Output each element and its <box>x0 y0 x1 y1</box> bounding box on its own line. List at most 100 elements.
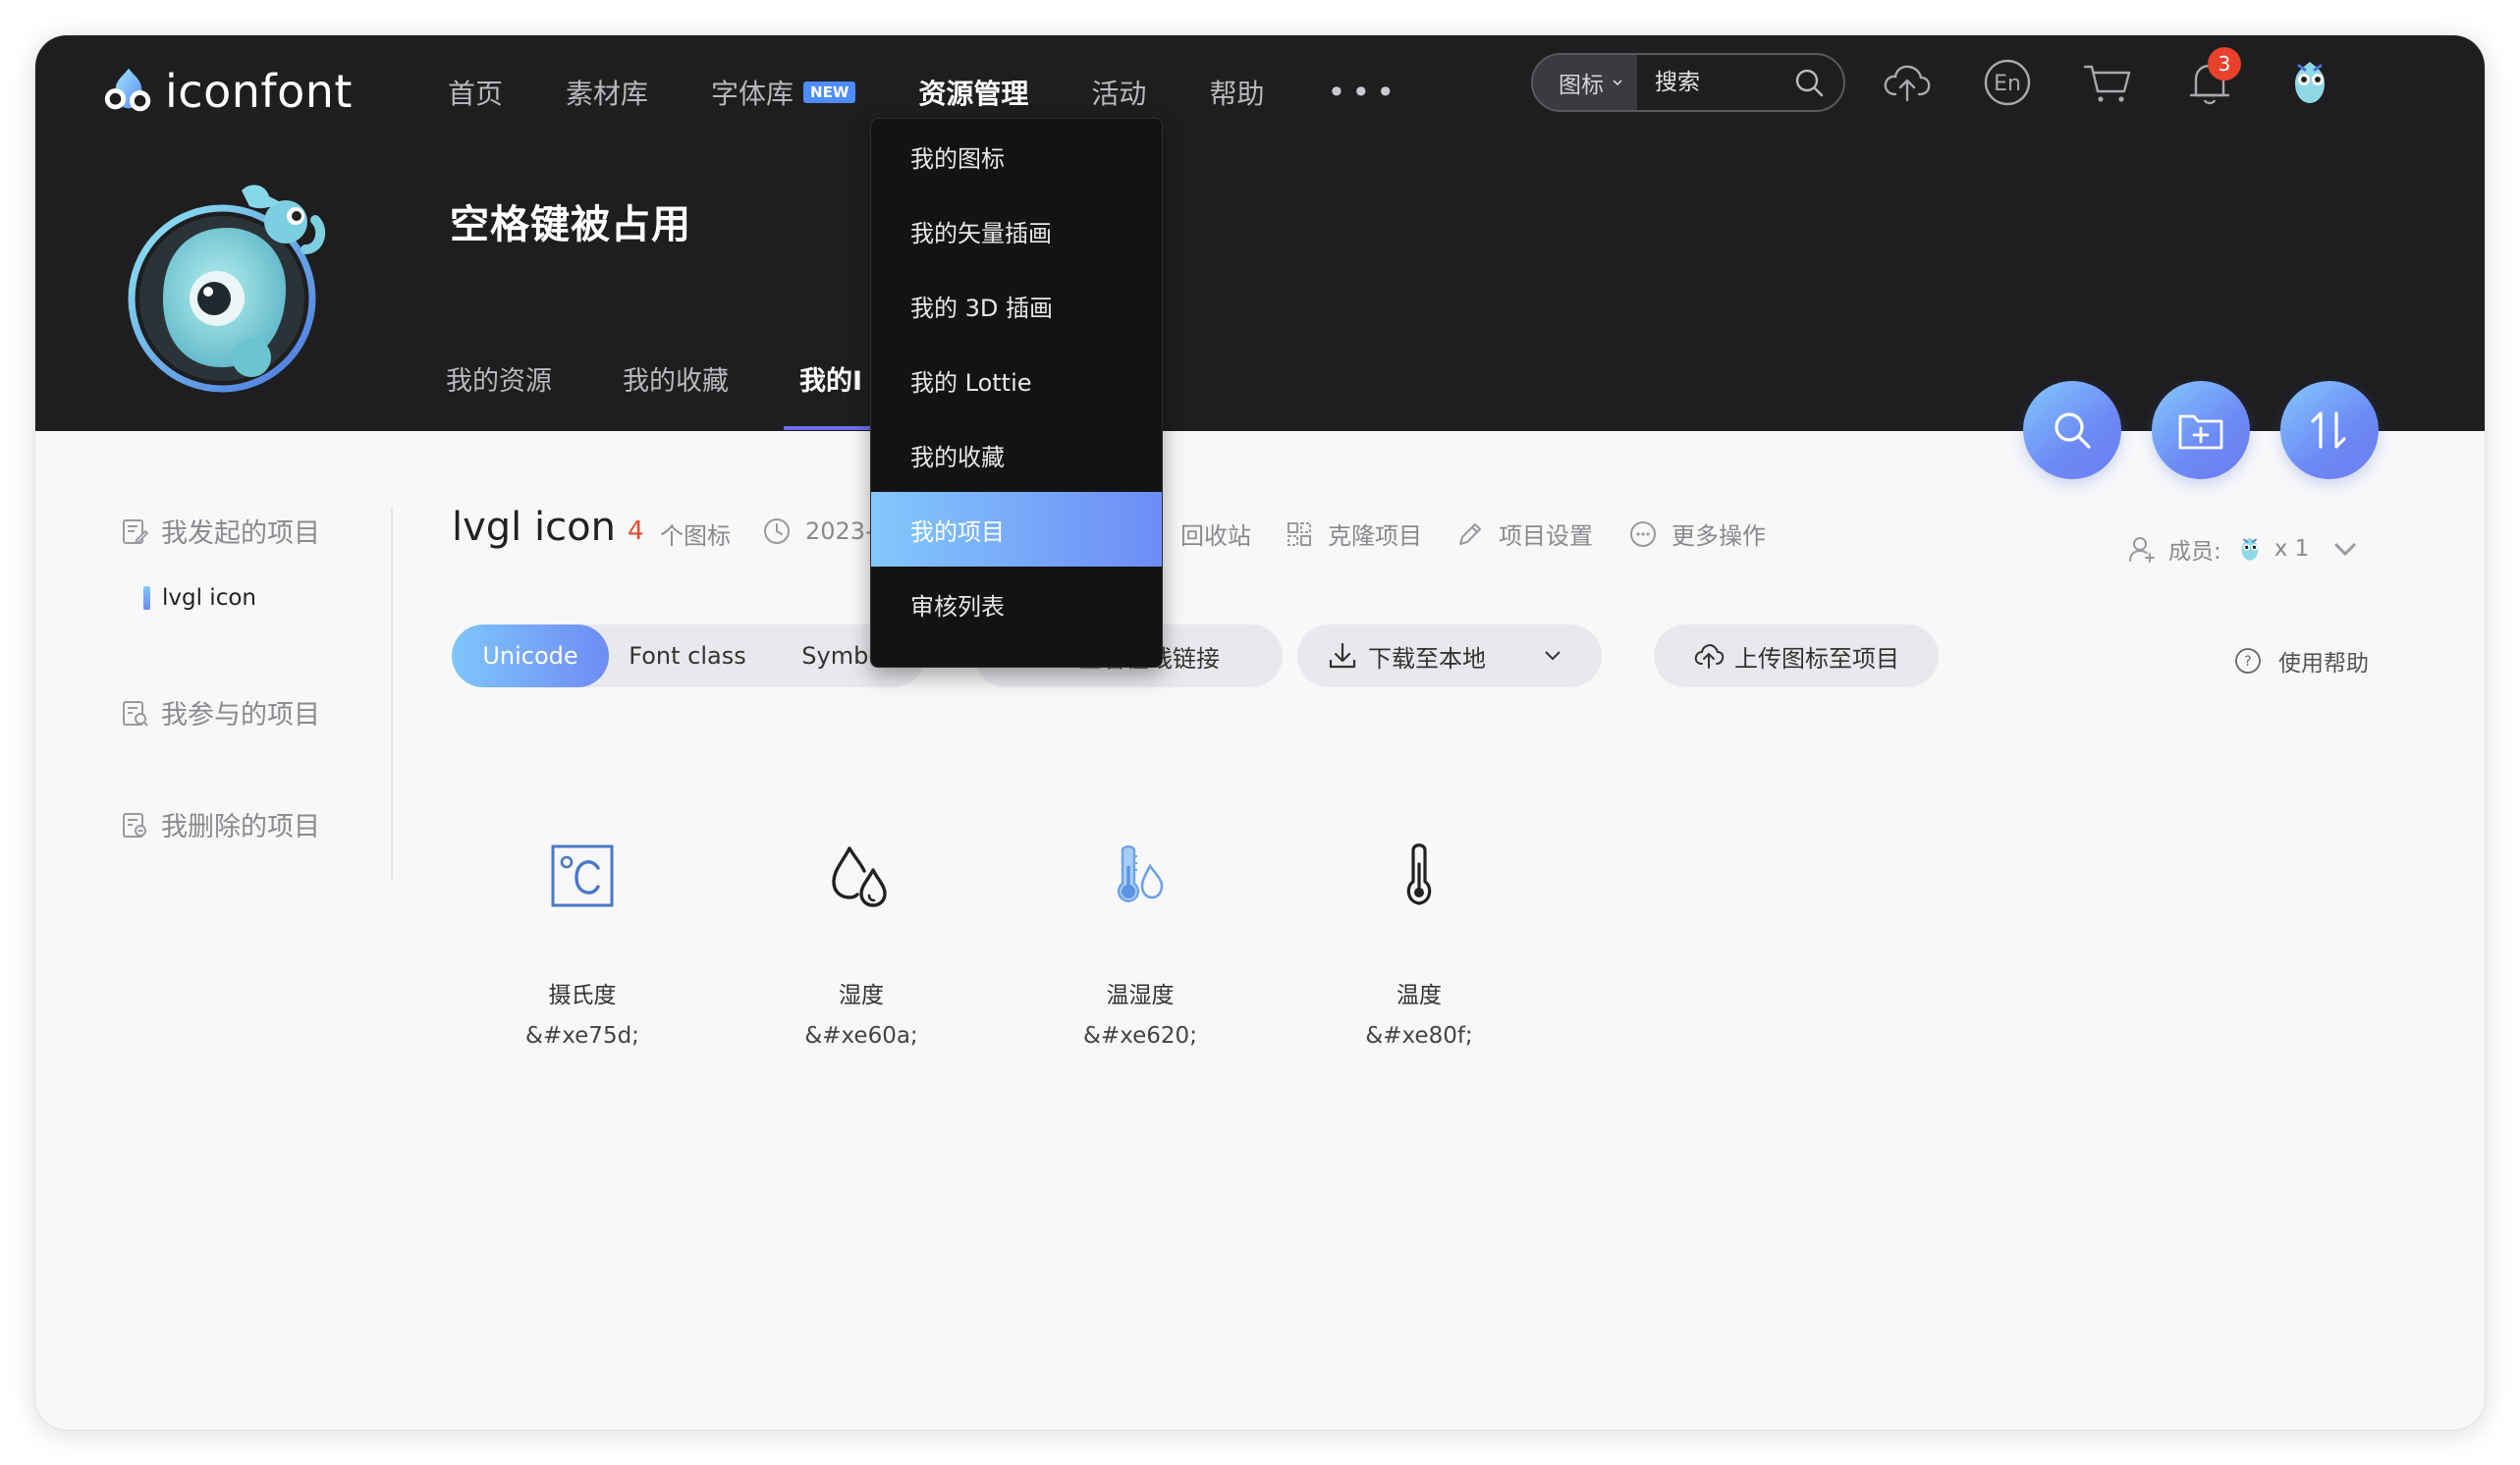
icon-name: 温度 <box>1397 983 1442 1008</box>
menu-item-my-favorites[interactable]: 我的收藏 <box>871 417 1162 492</box>
sidebar-section-label: 我发起的项目 <box>161 518 320 549</box>
mode-font-class[interactable]: Font class <box>609 624 766 687</box>
members-label: 成员: <box>2168 539 2221 565</box>
sidebar-deleted-projects[interactable]: 我删除的项目 <box>120 805 320 843</box>
search-box: 图标 <box>1531 53 1845 112</box>
more-actions[interactable]: 更多操作 <box>1628 516 1766 551</box>
brand-name: iconfont <box>165 65 353 118</box>
clone-project-action[interactable]: 克隆项目 <box>1285 516 1422 551</box>
chevron-down-icon <box>1545 651 1561 661</box>
search-icon <box>2054 412 2091 449</box>
user-avatar[interactable] <box>2282 55 2337 110</box>
search-project-button[interactable] <box>2023 381 2121 479</box>
mode-unicode[interactable]: Unicode <box>452 624 609 687</box>
bell-icon[interactable]: 3 <box>2182 47 2241 110</box>
upload-cloud-icon <box>1694 643 1725 669</box>
sidebar-divider <box>391 507 393 880</box>
nav-label: 资源管理 <box>918 78 1029 110</box>
sidebar-initiated-projects[interactable]: 我发起的项目 <box>120 512 320 550</box>
edit-document-icon <box>123 518 149 544</box>
menu-item-review-list[interactable]: 审核列表 <box>871 567 1162 641</box>
new-folder-button[interactable] <box>2152 381 2250 479</box>
chevron-down-icon <box>1613 80 1622 86</box>
humidity-drops-icon <box>832 846 887 907</box>
nav-item-fonts[interactable]: 字体库 NEW <box>711 73 856 112</box>
sidebar-participated-projects[interactable]: 我参与的项目 <box>120 693 320 732</box>
icon-name: 温湿度 <box>1106 983 1175 1008</box>
usage-help-link[interactable]: ? 使用帮助 <box>2233 644 2369 678</box>
sidebar-section-label: 我删除的项目 <box>161 812 320 842</box>
menu-item-my-3d-illustrations[interactable]: 我的 3D 插画 <box>871 268 1162 343</box>
nav-item-resource-management[interactable]: 资源管理 <box>918 73 1028 112</box>
pencil-icon <box>1459 522 1481 545</box>
icon-card-humidity[interactable]: 湿度 &#xe60a; <box>739 811 984 1049</box>
action-label: 回收站 <box>1180 522 1251 550</box>
main-nav: 首页 素材库 字体库 NEW 资源管理 活动 帮助 ••• <box>448 63 1463 122</box>
question-circle-icon: ? <box>2235 648 2261 674</box>
upload-icons-button[interactable]: 上传图标至项目 <box>1654 624 1939 687</box>
members-control[interactable]: 成员: x 1 <box>2127 532 2372 566</box>
language-en-icon[interactable]: En <box>1980 55 2035 110</box>
icon-code: &#xe620; <box>1083 1023 1197 1049</box>
nav-label: 素材库 <box>566 78 649 110</box>
project-title: lvgl icon <box>452 505 616 550</box>
profile-avatar <box>128 185 326 393</box>
document-delete-icon <box>123 812 146 838</box>
action-label: 更多操作 <box>1671 522 1766 550</box>
upload-cloud-icon[interactable] <box>1880 55 1935 110</box>
sort-button[interactable] <box>2280 381 2379 479</box>
thermometer-icon <box>1406 843 1432 905</box>
tab-my-favorites[interactable]: 我的收藏 <box>623 359 729 430</box>
celsius-icon <box>551 844 614 907</box>
icon-name: 摄氏度 <box>548 983 617 1008</box>
top-header: iconfont 首页 素材库 字体库 NEW 资源管理 活动 帮助 ••• 图标… <box>35 35 2485 431</box>
new-badge: NEW <box>803 81 856 103</box>
tab-my-projects[interactable]: 我的I <box>783 359 883 430</box>
help-label: 使用帮助 <box>2278 651 2369 677</box>
icon-card-celsius[interactable]: 摄氏度 &#xe75d; <box>460 811 705 1049</box>
more-circle-icon <box>1630 520 1656 547</box>
project-date-text: 2023- <box>805 517 874 545</box>
nav-item-activities[interactable]: 活动 <box>1091 73 1146 112</box>
icon-card-temp-humidity[interactable]: 温湿度 &#xe620; <box>1017 811 1263 1049</box>
download-label: 下载至本地 <box>1368 644 1486 673</box>
project-settings-action[interactable]: 项目设置 <box>1455 516 1593 551</box>
nav-label: 字体库 <box>711 78 794 110</box>
search-input[interactable] <box>1637 69 1792 96</box>
nav-item-help[interactable]: 帮助 <box>1209 73 1264 112</box>
menu-item-my-lottie[interactable]: 我的 Lottie <box>871 343 1162 417</box>
brand-logo[interactable]: iconfont <box>100 57 353 126</box>
nav-item-materials[interactable]: 素材库 <box>566 73 648 112</box>
menu-item-my-icons[interactable]: 我的图标 <box>871 119 1162 193</box>
folder-add-icon <box>2178 414 2223 450</box>
iconfont-logo-icon <box>104 68 151 112</box>
sort-arrows-icon <box>2311 411 2346 449</box>
svg-text:?: ? <box>2244 654 2251 670</box>
menu-item-my-projects[interactable]: 我的项目 <box>871 492 1162 567</box>
sidebar-section-label: 我参与的项目 <box>161 700 320 731</box>
search-type-label: 图标 <box>1559 73 1604 98</box>
project-date: 2023- <box>762 516 874 546</box>
search-icon[interactable] <box>1792 66 1826 99</box>
search-type-select[interactable]: 图标 <box>1533 55 1637 110</box>
member-avatar <box>2241 537 2259 561</box>
download-icon <box>1329 642 1356 669</box>
tab-my-resources[interactable]: 我的资源 <box>446 359 552 430</box>
nav-label: 帮助 <box>1209 78 1265 110</box>
sidebar-project-item[interactable]: lvgl icon <box>143 585 256 611</box>
active-indicator <box>143 586 150 610</box>
icon-name: 湿度 <box>839 983 884 1008</box>
icon-count: 4 <box>628 516 644 546</box>
notification-count-badge: 3 <box>2208 47 2241 81</box>
members-count: x 1 <box>2273 536 2310 562</box>
nav-item-home[interactable]: 首页 <box>448 73 503 112</box>
icon-card-temperature[interactable]: 温度 &#xe80f; <box>1296 811 1542 1049</box>
action-label: 克隆项目 <box>1328 522 1422 550</box>
download-local-button[interactable]: 下载至本地 <box>1297 624 1602 687</box>
cart-icon[interactable] <box>2080 55 2135 110</box>
sidebar-project-label: lvgl icon <box>162 585 256 611</box>
more-menu-icon[interactable]: ••• <box>1327 74 1400 111</box>
menu-item-my-vector-illustrations[interactable]: 我的矢量插画 <box>871 193 1162 268</box>
icon-code: &#xe60a; <box>804 1023 918 1049</box>
svg-text:En: En <box>1994 72 2021 96</box>
